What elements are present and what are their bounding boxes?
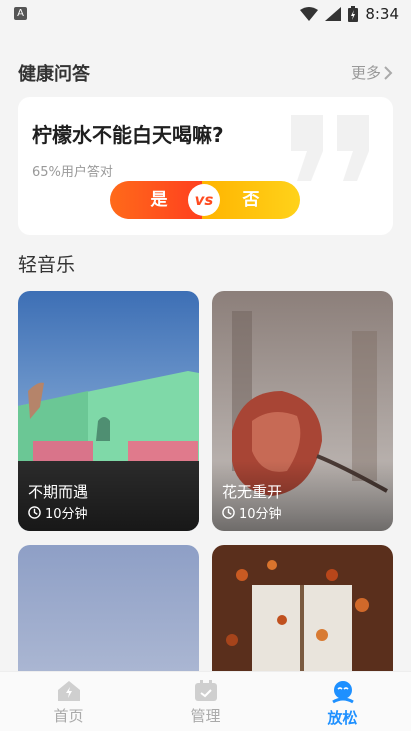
light-music-title: 轻音乐 <box>18 254 76 276</box>
qa-card: 柠檬水不能白天喝嘛? 65%用户答对 是 否 vs <box>18 97 393 235</box>
qa-stat: 65%用户答对 <box>32 165 113 180</box>
home-icon <box>57 681 80 701</box>
tab-relax[interactable]: 放松 <box>274 672 411 731</box>
battery-icon <box>348 6 359 22</box>
tab-label: 放松 <box>327 709 358 727</box>
duration-label: 10分钟 <box>239 507 282 522</box>
wifi-icon <box>300 7 319 21</box>
signal-icon <box>325 7 342 21</box>
music-duration: 10分钟 <box>222 503 282 522</box>
relax-face-icon <box>331 681 354 704</box>
music-card[interactable] <box>18 545 199 671</box>
music-card[interactable]: 花无重开 10分钟 <box>212 291 393 531</box>
more-link[interactable]: 更多 <box>351 62 393 83</box>
tab-manage[interactable]: 管理 <box>137 672 274 731</box>
qa-question: 柠檬水不能白天喝嘛? <box>32 123 224 147</box>
clock-icon <box>222 506 235 519</box>
vs-badge: vs <box>188 184 220 216</box>
clock: 8:34 <box>365 5 399 23</box>
music-name: 花无重开 <box>222 483 283 501</box>
music-card[interactable]: 不期而遇 10分钟 <box>18 291 199 531</box>
health-qa-title: 健康问答 <box>18 64 90 85</box>
bottom-tab-bar: 首页 管理 放松 <box>0 671 411 731</box>
music-duration: 10分钟 <box>28 503 88 522</box>
music-cover-image <box>212 545 393 671</box>
health-qa-header: 健康问答 更多 <box>18 58 393 86</box>
vote-control: 是 否 vs <box>110 181 300 219</box>
tab-label: 首页 <box>53 707 84 725</box>
quote-icon <box>291 115 369 181</box>
tab-home[interactable]: 首页 <box>0 672 137 731</box>
more-label: 更多 <box>350 64 381 82</box>
chevron-right-icon <box>384 65 393 80</box>
app-notification-icon: A <box>14 7 27 20</box>
status-bar: A 8:34 <box>0 0 411 30</box>
music-name: 不期而遇 <box>28 483 89 501</box>
music-cover-image <box>18 545 199 671</box>
clock-icon <box>28 506 41 519</box>
music-card[interactable] <box>212 545 393 671</box>
calendar-check-icon <box>194 680 217 701</box>
tab-label: 管理 <box>190 707 221 725</box>
duration-label: 10分钟 <box>45 507 88 522</box>
